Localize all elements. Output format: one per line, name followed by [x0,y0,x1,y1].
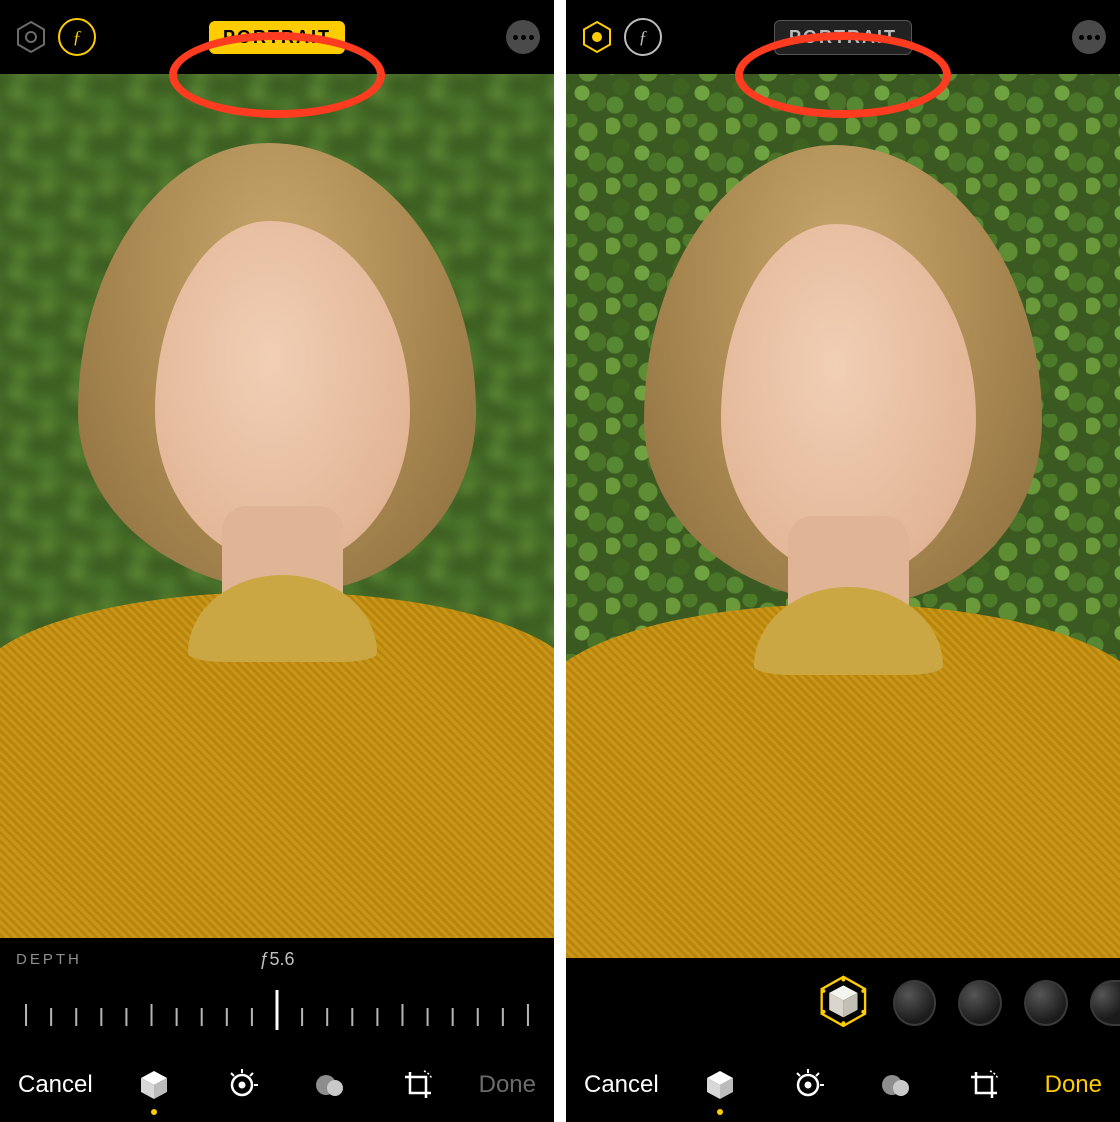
portrait-cube-icon [137,1068,171,1102]
more-options-button[interactable] [506,20,540,54]
tool-adjust[interactable] [222,1065,262,1105]
lighting-hex-icon[interactable] [580,20,614,54]
active-tool-indicator [151,1109,157,1115]
adjust-dial-icon [225,1068,259,1102]
tool-crop[interactable] [964,1065,1004,1105]
tool-filters[interactable] [310,1065,350,1105]
editor-screen-portrait-on: ƒ PORTRAIT DEPTH ƒ5.6 [0,0,554,1122]
crop-rotate-icon [401,1068,435,1102]
portrait-cube-icon [703,1068,737,1102]
aperture-f-button[interactable]: ƒ [58,18,96,56]
lighting-option-stage-mono[interactable] [1090,980,1120,1026]
portrait-mode-toggle[interactable]: PORTRAIT [774,20,912,55]
lighting-option-natural[interactable] [816,974,871,1032]
portrait-mode-toggle[interactable]: PORTRAIT [209,21,345,54]
cancel-button[interactable]: Cancel [18,1071,93,1099]
photo-preview[interactable] [0,74,554,938]
top-bar: ƒ PORTRAIT [566,0,1120,74]
tool-adjust[interactable] [788,1065,828,1105]
aperture-f-button[interactable]: ƒ [624,18,662,56]
adjust-dial-icon [791,1068,825,1102]
tool-filters[interactable] [876,1065,916,1105]
controls-area [566,958,1120,1048]
active-tool-indicator [717,1109,723,1115]
lighting-hex-icon[interactable] [14,20,48,54]
done-button[interactable]: Done [479,1071,536,1099]
tool-portrait[interactable] [134,1065,174,1105]
photo-preview[interactable] [566,74,1120,958]
depth-label: DEPTH [16,951,82,968]
bottom-bar: Cancel Done [566,1048,1120,1122]
filters-icon [879,1068,913,1102]
photo-subject [0,74,554,938]
lighting-option-contour[interactable] [958,980,1002,1026]
top-bar: ƒ PORTRAIT [0,0,554,74]
crop-rotate-icon [967,1068,1001,1102]
filters-icon [313,1068,347,1102]
depth-value: ƒ5.6 [259,949,294,970]
controls-area: DEPTH ƒ5.6 [0,938,554,1048]
tool-crop[interactable] [398,1065,438,1105]
lighting-options-row[interactable] [566,958,1120,1048]
more-options-button[interactable] [1072,20,1106,54]
done-button[interactable]: Done [1045,1071,1102,1099]
depth-slider[interactable] [16,986,538,1034]
bottom-bar: Cancel Done [0,1048,554,1122]
cancel-button[interactable]: Cancel [584,1071,659,1099]
photo-subject [566,74,1120,958]
editor-screen-portrait-off: ƒ PORTRAIT Cancel [566,0,1120,1122]
lighting-option-studio[interactable] [893,980,937,1026]
tool-portrait[interactable] [700,1065,740,1105]
lighting-option-stage[interactable] [1024,980,1068,1026]
